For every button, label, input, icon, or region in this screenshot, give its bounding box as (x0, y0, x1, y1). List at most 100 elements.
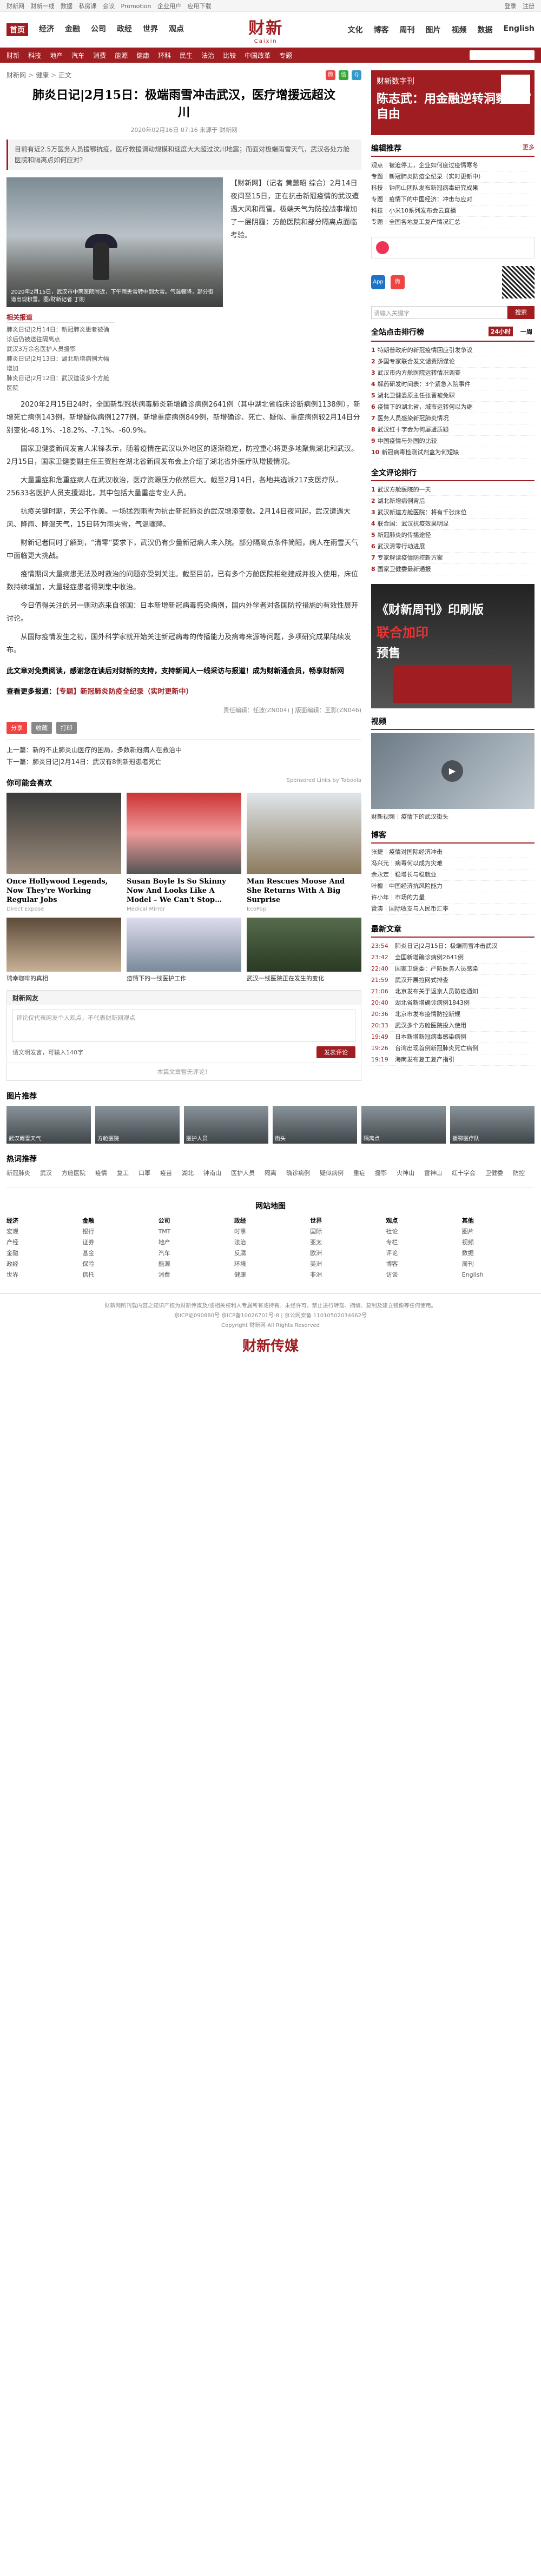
ad-card-small[interactable]: 瑞幸咖啡的真相 (6, 918, 121, 982)
subnav-item[interactable]: 财新 (6, 51, 19, 60)
ad-card[interactable]: Susan Boyle Is So Skinny Now And Looks L… (127, 793, 241, 912)
top-link[interactable]: Promotion (121, 3, 151, 10)
list-item[interactable]: 20:36 北京市发布疫情防控新规 (371, 1009, 535, 1020)
list-item[interactable]: 2 湖北新增病例背后 (371, 496, 535, 507)
register-link[interactable]: 注册 (523, 3, 535, 10)
list-item[interactable]: 4 联合国：武汉抗疫效果明显 (371, 519, 535, 530)
hot-word[interactable]: 红十字会 (452, 1169, 476, 1177)
subnav-item[interactable]: 汽车 (71, 51, 84, 60)
top-link[interactable]: 私房课 (79, 3, 97, 10)
list-item[interactable]: 20:33 武汉多个方舱医院投入使用 (371, 1020, 535, 1032)
list-item[interactable]: 7 医务人员感染新冠肺炎情况 (371, 413, 535, 424)
tab-week[interactable]: 一周 (518, 327, 535, 336)
nav-item[interactable]: 世界 (143, 23, 158, 36)
subnav-item[interactable]: 健康 (136, 51, 149, 60)
related-link[interactable]: 肺炎日记|2月12日：武汉建设多个方舱医院 (6, 374, 115, 393)
hot-word[interactable]: 复工 (117, 1169, 129, 1177)
subnav-item[interactable]: 中国改革 (245, 51, 270, 60)
comment-input[interactable]: 评论仅代表网友个人观点，不代表财新网观点 (12, 1010, 355, 1042)
list-item[interactable]: 2 多国专家联合发文谴责阴谋论 (371, 356, 535, 368)
ad-card-small[interactable]: 武汉一线医院正在发生的变化 (247, 918, 361, 982)
weibo-icon[interactable]: 微 (391, 275, 405, 289)
top-link[interactable]: 财新网 (6, 3, 24, 10)
list-item[interactable]: 5 湖北卫健委原主任张晋被免职 (371, 390, 535, 402)
hot-word[interactable]: 卫健委 (485, 1169, 503, 1177)
list-item[interactable]: 8 国家卫健委最新通报 (371, 564, 535, 575)
list-item[interactable]: 3 武汉新建方舱医院：将有千张床位 (371, 507, 535, 519)
nav-item[interactable]: 博客 (374, 24, 389, 35)
list-item[interactable]: 22:40 国家卫健委：严防医务人员感染 (371, 964, 535, 975)
list-item[interactable]: 21:06 北京发布关于返京人员防疫通知 (371, 986, 535, 998)
hot-word[interactable]: 确诊病例 (286, 1169, 310, 1177)
breadcrumb-item[interactable]: 健康 (36, 71, 49, 79)
top-link[interactable]: 应用下载 (187, 3, 211, 10)
subnav-item[interactable]: 地产 (50, 51, 63, 60)
hot-word[interactable]: 援鄂 (375, 1169, 387, 1177)
app-promo[interactable] (371, 237, 535, 258)
list-item[interactable]: 5 新冠肺炎的传播途径 (371, 530, 535, 541)
top-link[interactable]: 财新一线 (31, 3, 55, 10)
hot-word[interactable]: 疫情 (95, 1169, 107, 1177)
hot-word[interactable]: 钟南山 (203, 1169, 221, 1177)
list-item[interactable]: 4 解药研发时间表：3个紧急入院事件 (371, 379, 535, 390)
wechat-icon[interactable]: 信 (339, 70, 348, 80)
hot-word[interactable]: 隔离 (265, 1169, 276, 1177)
gallery-item[interactable]: 援鄂医疗队 (450, 1106, 535, 1144)
list-item[interactable]: 1 武汉方舱医院的一天 (371, 484, 535, 496)
print-button[interactable]: 打印 (56, 722, 77, 734)
top-link[interactable]: 企业用户 (157, 3, 181, 10)
nav-item[interactable]: 视频 (452, 24, 467, 35)
ad-card[interactable]: Man Rescues Moose And She Returns With A… (247, 793, 361, 912)
app-icon[interactable]: App (371, 275, 385, 289)
list-item[interactable]: 6 疫情下的湖北省，城市运转何以为继 (371, 402, 535, 413)
subnav-item[interactable]: 民生 (180, 51, 193, 60)
weibo-icon[interactable]: 微 (326, 70, 335, 80)
play-icon[interactable]: ▶ (441, 760, 463, 782)
list-item[interactable]: 管涛｜国际收支与人民币汇率 (371, 904, 535, 915)
related-link[interactable]: 肺炎日记|2月13日：湖北新增病例大幅增加 (6, 354, 115, 374)
prev-article-link[interactable]: 上一篇：新的不止肺炎山医疗的困局，多数新冠病人在救治中 (6, 744, 361, 756)
list-item[interactable]: 余永定｜稳增长与稳就业 (371, 869, 535, 881)
list-item[interactable]: 23:42 全国新增确诊病例2641例 (371, 952, 535, 964)
subnav-search-input[interactable] (470, 50, 535, 60)
nav-item[interactable]: 公司 (91, 23, 106, 36)
list-item[interactable]: 21:59 武汉开展拉网式排查 (371, 975, 535, 986)
hot-word[interactable]: 防控 (513, 1169, 525, 1177)
list-item[interactable]: 许小年｜市场的力量 (371, 892, 535, 904)
list-item[interactable]: 专题｜疫情下的中国经济：冲击与应对 (371, 194, 535, 205)
gallery-item[interactable]: 隔离点 (361, 1106, 446, 1144)
nav-item[interactable]: 周刊 (400, 24, 415, 35)
site-logo[interactable]: 财新 Caixin (222, 15, 309, 44)
list-item[interactable]: 9 中国疫情与外国的比较 (371, 436, 535, 447)
hot-word[interactable]: 火神山 (397, 1169, 414, 1177)
subnav-item[interactable]: 环科 (158, 51, 171, 60)
hot-word[interactable]: 武汉 (40, 1169, 52, 1177)
video-caption[interactable]: 财新视频｜疫情下的武汉街头 (371, 812, 535, 821)
gallery-item[interactable]: 医护人员 (184, 1106, 268, 1144)
magazine-ad[interactable]: 《财新周刊》印刷版 联合加印 预售 (371, 584, 535, 708)
nav-item[interactable]: 经济 (39, 23, 54, 36)
breadcrumb-item[interactable]: 财新网 (6, 71, 26, 79)
subnav-item[interactable]: 科技 (28, 51, 41, 60)
top-link[interactable]: 数据 (61, 3, 72, 10)
subnav-item[interactable]: 比较 (223, 51, 236, 60)
list-item[interactable]: 冯兴元｜病毒何以成为灾难 (371, 858, 535, 869)
sponsor-label[interactable]: Sponsored Links by Taboola (287, 778, 361, 788)
video-player[interactable]: ▶ (371, 733, 535, 809)
topic-link[interactable]: 【专题】新冠肺炎防疫全纪录（实时更新中） (56, 688, 193, 696)
nav-item[interactable]: 政经 (117, 23, 132, 36)
nav-item[interactable]: 数据 (478, 24, 493, 35)
subnav-item[interactable]: 能源 (115, 51, 128, 60)
list-item[interactable]: 23:54 肺炎日记|2月15日：极端雨雪冲击武汉 (371, 941, 535, 952)
list-item[interactable]: 专题｜新冠肺炎防疫全纪录（实时更新中） (371, 171, 535, 183)
tab-24h[interactable]: 24小时 (488, 327, 513, 336)
list-item[interactable]: 20:40 湖北省新增确诊病例1843例 (371, 998, 535, 1009)
related-link[interactable]: 武汉3万余名医护人员援鄂 (6, 344, 115, 354)
hot-word[interactable]: 口罩 (138, 1169, 150, 1177)
list-item[interactable]: 科技｜小米10系列发布会云直播 (371, 205, 535, 217)
next-article-link[interactable]: 下一篇：肺炎日记|2月14日：武汉有8例新冠患者死亡 (6, 756, 361, 768)
nav-item[interactable]: 文化 (348, 24, 363, 35)
login-link[interactable]: 登录 (505, 3, 517, 10)
list-item[interactable]: 1 特朗普政府的新冠疫情回应引发争议 (371, 345, 535, 356)
subnav-item[interactable]: 消费 (93, 51, 106, 60)
